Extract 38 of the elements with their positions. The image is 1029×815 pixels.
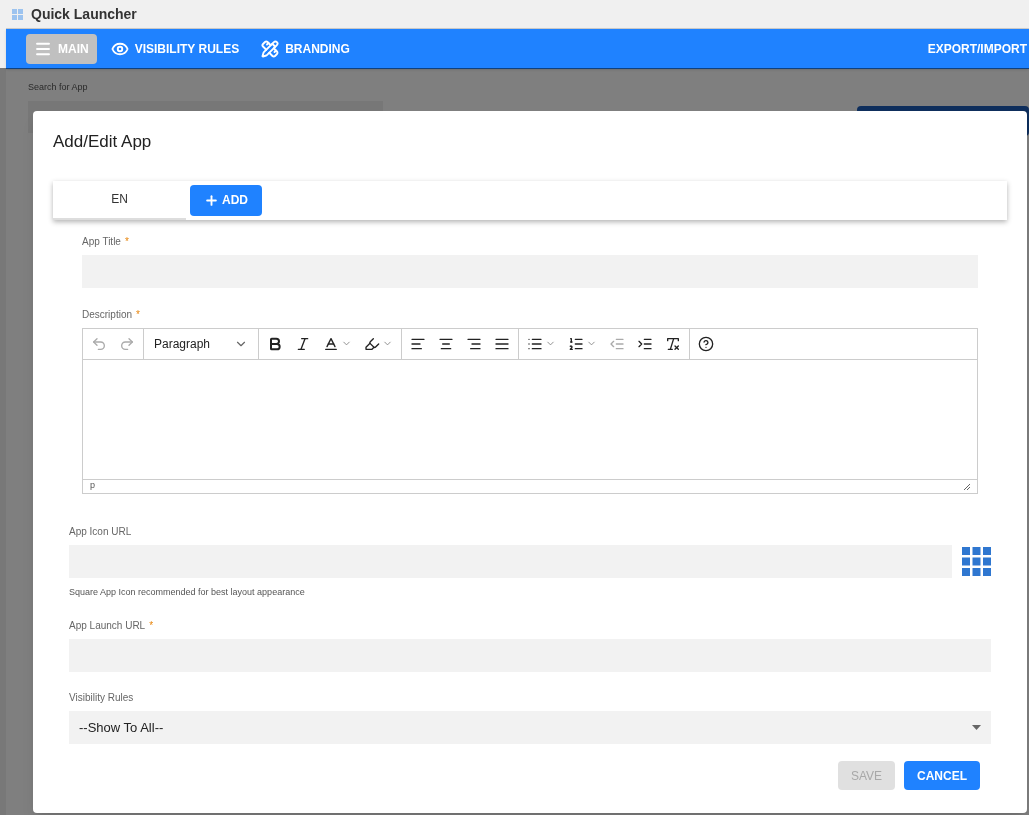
- nav-tab[interactable]: BRANDING: [253, 34, 358, 64]
- dropdown-arrow-icon: [972, 725, 981, 730]
- text-color-icon: [323, 335, 339, 352]
- resize-handle-icon: [963, 482, 970, 490]
- field-label: Description: [82, 307, 133, 322]
- language-tab[interactable]: EN: [53, 180, 186, 220]
- italic-icon: [295, 335, 311, 352]
- app-title: Quick Launcher: [31, 4, 137, 24]
- format-dropdown[interactable]: Paragraph: [148, 334, 254, 353]
- bold-icon: [267, 335, 283, 352]
- dialog-title: Add/Edit App: [53, 131, 153, 153]
- undo-icon: [91, 335, 107, 352]
- required-mark: *: [149, 619, 154, 633]
- cancel-button[interactable]: CANCEL: [904, 761, 980, 790]
- element-path: p: [90, 479, 95, 493]
- highlighter-icon: [364, 335, 380, 352]
- numbered-list-icon: [568, 335, 584, 352]
- search-label: Search for App: [28, 81, 89, 94]
- required-mark: *: [136, 307, 140, 322]
- export-import-link[interactable]: EXPORT/IMPORT: [927, 40, 1029, 58]
- redo-icon: [119, 335, 135, 352]
- field-label: App Launch URL: [69, 619, 146, 633]
- pencil-ruler-icon: [261, 40, 280, 58]
- icon-url-hint: Square App Icon recommended for best layout appearance: [69, 585, 306, 599]
- field-label: App Title: [82, 234, 121, 249]
- help-icon: [698, 335, 714, 352]
- eye-icon: [110, 40, 129, 58]
- app-grid-icon: [12, 8, 23, 20]
- field-label: App Icon URL: [69, 524, 132, 539]
- clear-format-icon: [665, 335, 681, 352]
- required-mark: *: [124, 234, 129, 249]
- menu-icon: [34, 40, 52, 58]
- field-label: Visibility Rules: [69, 691, 134, 705]
- visibility-select[interactable]: --Show To All--: [69, 711, 991, 744]
- add-language-button[interactable]: ADD: [190, 184, 262, 216]
- nav-tab[interactable]: VISIBILITY RULES: [102, 34, 248, 64]
- plus-icon: [204, 192, 219, 208]
- grid-icon: [962, 546, 991, 576]
